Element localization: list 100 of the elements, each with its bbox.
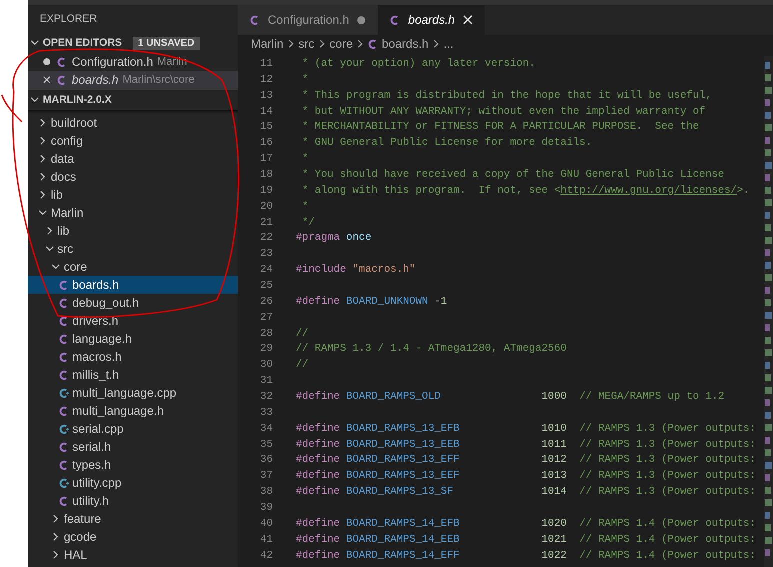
code-line: // (296, 359, 309, 372)
editor-tab[interactable]: boards.h (378, 5, 486, 35)
line-number: 21 (259, 216, 273, 229)
file-item[interactable]: macros.h (28, 348, 238, 366)
file-item[interactable]: millis_t.h (28, 366, 238, 384)
code-line: * (301, 200, 309, 213)
code-line: * but WITHOUT ANY WARRANTY; without even the implied warranty of (301, 106, 706, 118)
folder-item[interactable]: gcode (28, 528, 238, 546)
file-item[interactable]: boards.h (28, 276, 238, 294)
breadcrumb-item[interactable]: core (330, 37, 354, 51)
chevron-right-icon (288, 39, 295, 49)
file-item[interactable]: serial.h (28, 438, 238, 456)
line-number: 15 (259, 121, 273, 134)
code-line: * (at your option) any later version. (301, 58, 536, 70)
line-number: 30 (259, 359, 273, 372)
file-item[interactable]: utility.cpp (28, 474, 238, 492)
c-file-icon (57, 56, 67, 68)
code-line: #define BOARD_RAMPS_13_EEB 1011 // RAMPS 1.3 (Power outputs: (296, 438, 756, 451)
code-line: #define BOARD_RAMPS_14_EEB 1021 // RAMPS 1.4 (Power outputs: (296, 534, 756, 546)
code-line: * (301, 153, 309, 166)
close-icon[interactable] (43, 76, 51, 84)
line-number: 35 (259, 438, 273, 451)
unsaved-badge: 1 UNSAVED (133, 36, 200, 50)
file-item[interactable]: types.h (28, 456, 238, 474)
file-name: Configuration.h (72, 55, 154, 69)
line-number: 22 (259, 232, 273, 244)
file-item[interactable]: multi_language.h (28, 402, 238, 420)
open-editor-item[interactable]: boards.h Marlin\src\core (28, 71, 238, 89)
c-file-icon (58, 460, 68, 470)
line-number: 12 (259, 74, 273, 86)
c-file-icon (58, 496, 68, 506)
file-item[interactable]: utility.h (28, 492, 238, 510)
breadcrumb-item[interactable]: ... (444, 37, 454, 51)
close-icon[interactable] (463, 15, 474, 25)
open-editors-header[interactable]: OPEN EDITORS 1 UNSAVED (28, 33, 238, 53)
line-number: 36 (259, 454, 273, 466)
code-line: #include "macros.h" (296, 264, 416, 276)
folder-item[interactable]: buildroot (28, 114, 238, 132)
c-file-icon (58, 334, 68, 344)
folder-item[interactable]: lib (28, 222, 238, 240)
c-file-icon (58, 298, 68, 308)
line-number: 40 (259, 518, 273, 530)
c-file-icon (58, 280, 68, 290)
file-item[interactable]: language.h (28, 330, 238, 348)
file-item[interactable]: multi_language.cpp (28, 384, 238, 402)
line-number: 33 (259, 406, 273, 419)
c-file-icon (368, 38, 378, 50)
file-item[interactable]: drivers.h (28, 312, 238, 330)
line-number: 31 (259, 375, 273, 388)
breadcrumb-item[interactable]: Marlin (251, 37, 284, 51)
file-item[interactable]: debug_out.h (28, 294, 238, 312)
file-path: Marlin\src\core (122, 74, 195, 86)
breadcrumb-item[interactable]: boards.h (382, 37, 429, 51)
folder-item[interactable]: core (28, 258, 238, 276)
code-line: #define BOARD_RAMPS_13_EFB 1010 // RAMPS 1.3 (Power outputs: (296, 422, 756, 435)
code-line: #define BOARD_UNKNOWN -1 (296, 296, 448, 308)
line-number: 25 (259, 280, 273, 292)
editor-tab[interactable]: Configuration.h (238, 5, 378, 35)
line-number: 17 (259, 153, 273, 166)
line-number: 26 (259, 296, 273, 308)
folder-item[interactable]: Marlin (28, 204, 238, 222)
c-file-icon (58, 370, 68, 380)
link[interactable]: http://www.gnu.org/licenses/ (560, 184, 738, 197)
folder-item[interactable]: docs (28, 168, 238, 186)
unsaved-dot-icon (357, 16, 366, 24)
minimap-drawing[interactable] (764, 56, 773, 567)
line-number: 34 (259, 422, 273, 435)
chevron-right-icon (318, 39, 326, 49)
code-line: #define BOARD_RAMPS_14_EFF 1022 // RAMPS 1.4 (Power outputs: (296, 550, 756, 562)
c-file-icon (250, 14, 260, 26)
file-name: boards.h (72, 73, 119, 87)
folder-item[interactable]: lib (28, 186, 238, 204)
folder-item[interactable]: feature (28, 510, 238, 528)
folder-item[interactable]: HAL (28, 546, 238, 564)
line-number: 11 (259, 58, 273, 70)
line-number: 38 (259, 486, 273, 498)
c-file-icon (57, 74, 67, 86)
code-line: * You should have received a copy of the GNU General Public License (301, 168, 724, 181)
code-line: */ (301, 216, 315, 229)
code-line: // RAMPS 1.3 / 1.4 - ATmega1280, ATmega2560 (296, 343, 567, 356)
code-line: #define BOARD_RAMPS_13_EFF 1012 // RAMPS 1.3 (Power outputs: (296, 454, 756, 466)
folder-item[interactable]: src (28, 240, 238, 258)
unsaved-dot-icon (43, 58, 51, 66)
line-number: 24 (259, 264, 273, 276)
line-number: 37 (259, 470, 273, 482)
breadcrumb-item[interactable]: src (298, 37, 315, 51)
explorer-title: EXPLORER (39, 12, 98, 27)
folder-item[interactable]: data (28, 150, 238, 168)
c-file-icon (58, 352, 68, 362)
cpp-file-icon (58, 424, 68, 434)
workspace-header[interactable]: MARLIN-2.0.X (28, 89, 238, 110)
code-line: // (296, 328, 309, 340)
file-item[interactable]: serial.cpp (28, 420, 238, 438)
line-number: 13 (259, 90, 273, 102)
line-number: 32 (259, 390, 273, 403)
folder-item[interactable]: config (28, 132, 238, 150)
chevron-right-icon (432, 39, 440, 49)
line-number: 18 (259, 168, 273, 181)
code-line: * (301, 74, 309, 86)
line-number: 20 (259, 200, 273, 213)
